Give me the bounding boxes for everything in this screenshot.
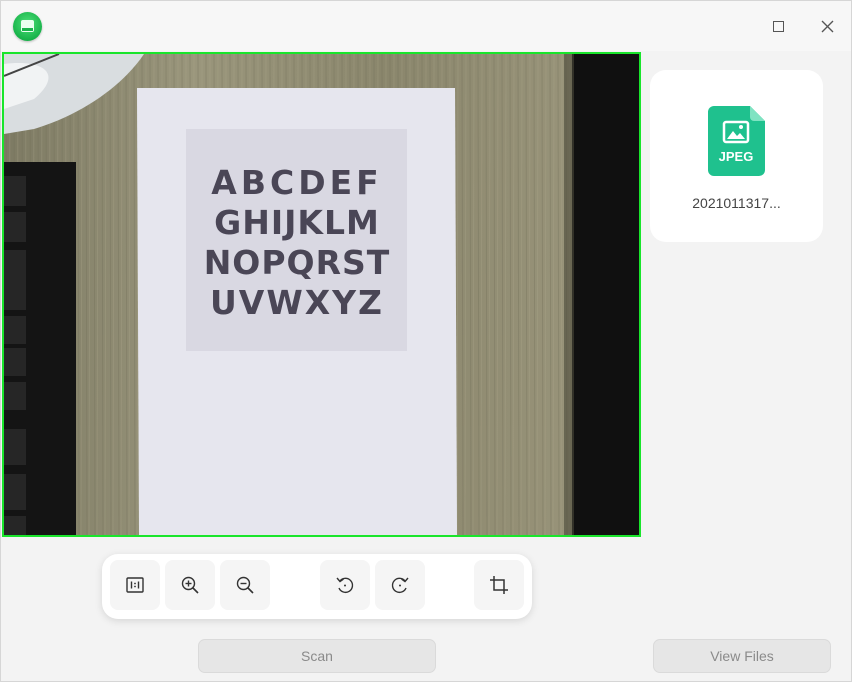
close-button[interactable] <box>812 11 842 41</box>
zoom-in-icon <box>181 576 199 594</box>
rotate-left-icon <box>336 577 354 594</box>
crop-icon <box>490 576 508 594</box>
poster-row-4: UVWXYZ <box>210 283 384 322</box>
close-icon <box>821 20 833 32</box>
view-files-button[interactable]: View Files <box>653 639 831 673</box>
rotate-left-button[interactable] <box>320 560 370 610</box>
one-to-one-icon <box>126 577 144 593</box>
crop-button[interactable] <box>474 560 524 610</box>
zoom-out-button[interactable] <box>220 560 270 610</box>
scanner-app-icon <box>13 12 42 41</box>
zoom-in-button[interactable] <box>165 560 215 610</box>
poster-row-2: GHIJKLM <box>214 203 380 242</box>
actual-size-button[interactable] <box>110 560 160 610</box>
rotate-right-button[interactable] <box>375 560 425 610</box>
title-bar <box>1 1 851 51</box>
jpeg-file-icon: JPEG <box>708 106 765 176</box>
camera-preview: ABCDEF GHIJKLM NOPQRST UVWXYZ <box>2 52 641 537</box>
image-toolbar <box>102 554 532 619</box>
thumbnail-filename: 2021011317... <box>692 195 781 211</box>
jpeg-badge-label: JPEG <box>719 149 754 164</box>
rotate-right-icon <box>391 577 409 594</box>
maximize-icon <box>772 20 784 32</box>
scan-button[interactable]: Scan <box>198 639 436 673</box>
dark-edge <box>572 54 639 535</box>
poster-row-1: ABCDEF <box>211 163 382 202</box>
scanner-window: ABCDEF GHIJKLM NOPQRST UVWXYZ JPEG 20210… <box>0 0 852 682</box>
zoom-out-icon <box>236 576 254 594</box>
captured-thumbnail[interactable]: JPEG 2021011317... <box>650 70 823 242</box>
maximize-button[interactable] <box>763 11 793 41</box>
poster-row-3: NOPQRST <box>204 243 391 282</box>
